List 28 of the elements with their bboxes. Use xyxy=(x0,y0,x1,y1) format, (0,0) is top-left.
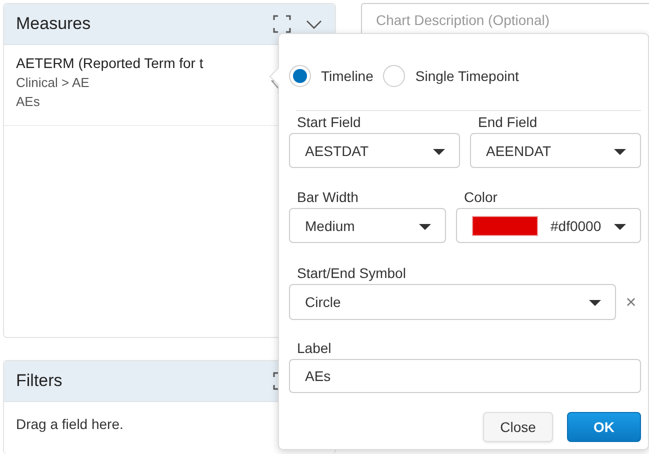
panel-title: Measures xyxy=(16,14,92,34)
color-dropdown[interactable]: #df0000 xyxy=(456,208,641,243)
clear-button[interactable]: × xyxy=(624,292,638,312)
radio-option[interactable]: Single Timepoint xyxy=(383,62,519,90)
chevron-down-icon[interactable] xyxy=(305,18,323,30)
measure-label: AEs xyxy=(16,94,41,109)
field-label: End Field xyxy=(477,114,538,132)
field-label: Color xyxy=(463,189,498,207)
caret-icon xyxy=(419,224,431,230)
panel-title: Filters xyxy=(16,371,64,391)
label-field[interactable]: AEs xyxy=(289,359,641,393)
caret-icon xyxy=(614,148,626,154)
caret-icon xyxy=(589,300,601,306)
symbol-dropdown[interactable]: Circle xyxy=(289,284,616,320)
drop-hint: Drag a field here. xyxy=(15,415,124,434)
caret-icon xyxy=(433,148,445,154)
measure-path: Clinical > AE xyxy=(16,75,90,90)
close-button[interactable]: Close xyxy=(483,412,553,442)
field-label: Start/End Symbol xyxy=(296,265,407,283)
caret-icon xyxy=(614,224,626,230)
field-label: Label xyxy=(296,340,332,358)
expand-icon[interactable] xyxy=(273,15,291,33)
start-field-dropdown[interactable]: AESTDAT xyxy=(289,133,460,168)
ok-button[interactable]: OK xyxy=(567,412,641,442)
bar-width-dropdown[interactable]: Medium xyxy=(289,208,446,243)
measure-name: AETERM (Reported Term for t xyxy=(16,55,204,71)
field-label: Bar Width xyxy=(296,189,360,207)
end-field-dropdown[interactable]: AEENDAT xyxy=(470,133,641,168)
